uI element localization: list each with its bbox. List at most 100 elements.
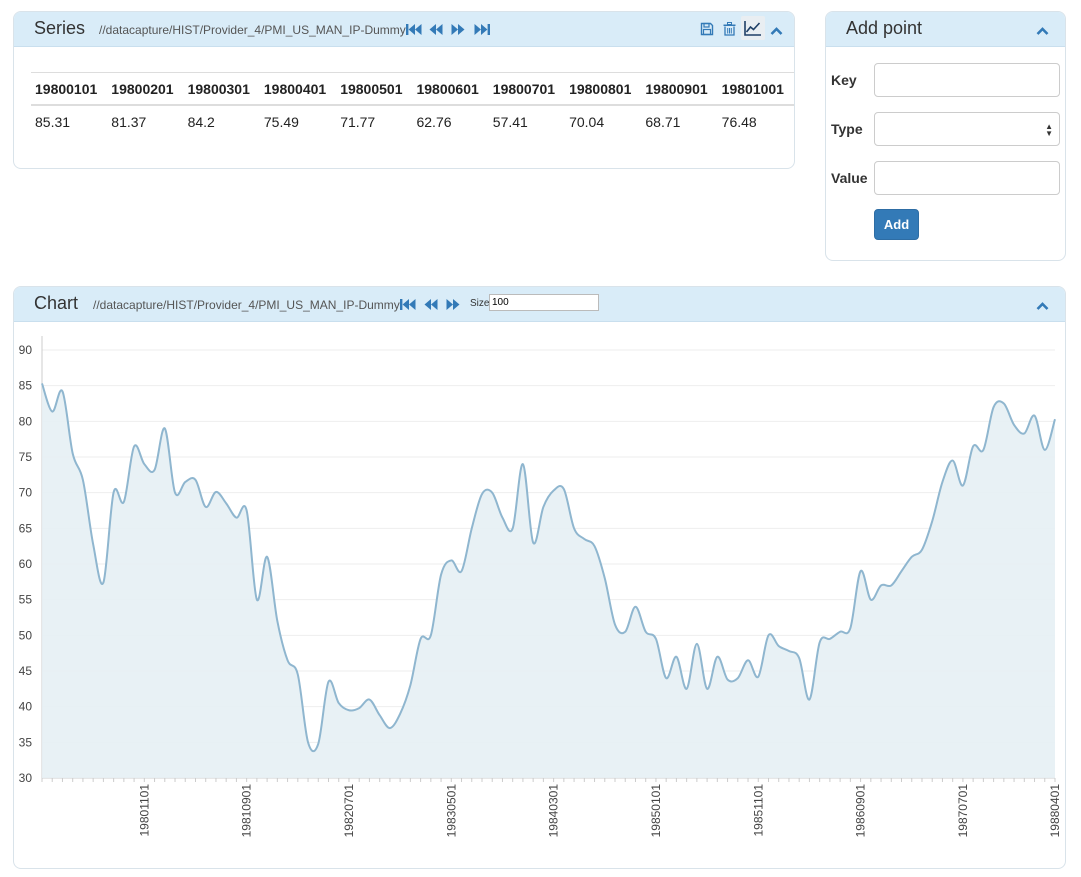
save-icon[interactable]: [700, 22, 714, 36]
data-point: [71, 452, 75, 456]
data-point: [153, 468, 157, 472]
series-header-cell: 19800401: [259, 72, 337, 106]
data-point: [961, 484, 965, 488]
data-point: [644, 630, 648, 634]
data-point: [859, 569, 863, 573]
data-point: [766, 633, 770, 637]
add-button[interactable]: Add: [874, 209, 919, 240]
data-point: [726, 678, 730, 682]
add-point-collapse-chevron-up-icon[interactable]: [1036, 23, 1049, 41]
data-point: [582, 537, 586, 541]
first-page-icon[interactable]: [406, 23, 422, 36]
data-point: [981, 448, 985, 452]
data-point: [746, 658, 750, 662]
trash-icon[interactable]: [723, 22, 736, 36]
value-input[interactable]: [874, 161, 1060, 195]
y-tick-label: 35: [19, 735, 33, 749]
data-point: [1002, 402, 1006, 406]
y-tick-label: 30: [19, 771, 33, 785]
series-value-cell: 75.49: [263, 114, 299, 130]
data-point: [316, 742, 320, 746]
previous-icon[interactable]: [429, 23, 443, 36]
series-header-cell: 19800901: [641, 72, 718, 106]
data-point: [439, 573, 443, 577]
x-tick-label: 19860901: [854, 784, 868, 838]
data-point: [633, 605, 637, 609]
y-tick-label: 75: [19, 450, 33, 464]
series-header-cell: 19801001: [717, 72, 794, 106]
last-page-icon[interactable]: [474, 23, 490, 36]
next-icon[interactable]: [451, 23, 465, 36]
y-tick-label: 85: [19, 379, 33, 393]
value-label: Value: [831, 170, 868, 186]
data-point: [91, 542, 95, 546]
series-value-cell: 85.31: [35, 114, 71, 130]
data-point: [234, 516, 238, 520]
data-point: [900, 569, 904, 573]
data-point: [490, 491, 494, 495]
data-point: [388, 726, 392, 730]
data-point: [419, 637, 423, 641]
series-value-cell: 62.76: [416, 114, 452, 130]
data-point: [163, 426, 167, 430]
series-panel-title: Series: [34, 18, 86, 38]
data-point: [306, 740, 310, 744]
data-point: [940, 480, 944, 484]
series-value-cell: 68.71: [645, 114, 681, 130]
data-point: [511, 526, 515, 530]
y-tick-label: 70: [19, 486, 33, 500]
data-point: [756, 675, 760, 679]
series-header-cell: 19800501: [336, 72, 413, 106]
data-point: [807, 698, 811, 702]
data-point: [705, 687, 709, 691]
data-point: [245, 509, 249, 513]
data-point: [500, 516, 504, 520]
data-point: [255, 598, 259, 602]
data-point: [613, 623, 617, 627]
data-point: [449, 558, 453, 562]
type-select[interactable]: ▲ ▼: [874, 112, 1060, 146]
data-point: [101, 580, 105, 584]
data-point: [193, 478, 197, 482]
x-tick-label: 19840301: [547, 784, 561, 838]
data-point: [337, 701, 341, 705]
data-point: [275, 619, 279, 623]
series-area: [42, 383, 1055, 778]
add-point-title: Add point: [846, 18, 923, 38]
data-point: [992, 405, 996, 409]
table-row: 85.31 81.37 84.2 75.49 71.77 62.76 57.41…: [31, 105, 794, 138]
data-point: [408, 683, 412, 687]
y-tick-label: 80: [19, 414, 33, 428]
data-point: [695, 642, 699, 646]
data-point: [1022, 431, 1026, 435]
series-collapse-chevron-up-icon[interactable]: [770, 23, 783, 41]
data-point: [541, 505, 545, 509]
key-label: Key: [831, 72, 857, 88]
data-point: [327, 680, 331, 684]
series-panel-header: Series //datacapture/HIST/Provider_4/PMI…: [14, 12, 794, 47]
data-point: [122, 500, 126, 504]
x-tick-label: 19801101: [137, 784, 151, 837]
data-point: [296, 673, 300, 677]
data-point: [603, 576, 607, 580]
x-tick-label: 19880401: [1048, 784, 1062, 838]
data-point: [224, 501, 228, 505]
series-header-cell: 19800701: [488, 72, 566, 106]
data-point: [951, 459, 955, 463]
data-point: [797, 656, 801, 660]
data-point: [971, 444, 975, 448]
y-tick-label: 60: [19, 557, 33, 571]
key-input[interactable]: [874, 63, 1060, 97]
data-point: [889, 583, 893, 587]
data-point: [593, 544, 597, 548]
y-tick-label: 50: [19, 628, 33, 642]
series-table: 19800101 19800201 19800301 19800401 1980…: [31, 72, 794, 138]
line-chart-icon[interactable]: [741, 16, 765, 40]
x-tick-label: 19851101: [751, 784, 765, 837]
data-point: [777, 644, 781, 648]
data-point: [552, 489, 556, 493]
y-tick-label: 40: [19, 700, 33, 714]
data-point: [828, 637, 832, 641]
data-point: [367, 698, 371, 702]
type-label: Type: [831, 121, 863, 137]
